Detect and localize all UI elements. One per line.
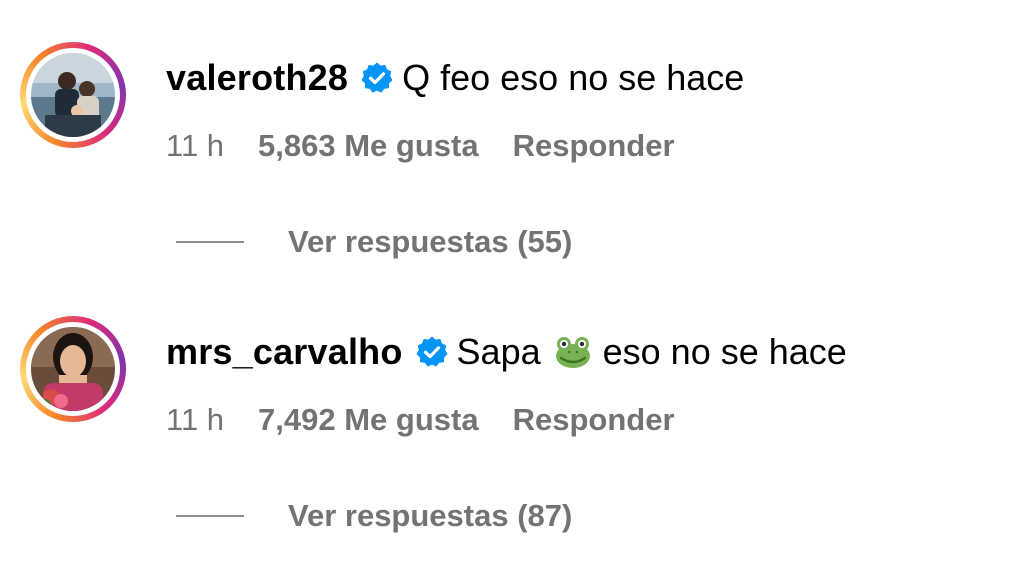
view-replies-label: Ver respuestas (87) <box>288 498 573 533</box>
view-replies-button[interactable]: Ver respuestas (87) <box>176 494 572 538</box>
reply-button[interactable]: Responder <box>513 402 675 438</box>
username[interactable]: mrs_carvalho <box>166 331 403 373</box>
avatar[interactable] <box>31 53 115 137</box>
avatar[interactable] <box>31 327 115 411</box>
avatar-story-ring[interactable] <box>20 42 126 148</box>
timestamp: 11 h <box>166 402 225 437</box>
replies-divider <box>176 515 244 517</box>
comment-text-before-emoji: Sapa <box>456 331 541 372</box>
timestamp: 11 h <box>166 128 225 163</box>
reply-button[interactable]: Responder <box>513 128 675 164</box>
verified-badge-icon <box>360 61 394 95</box>
view-replies-label: Ver respuestas (55) <box>288 224 573 259</box>
view-replies-button[interactable]: Ver respuestas (55) <box>176 220 572 264</box>
avatar-story-ring[interactable] <box>20 316 126 422</box>
comment-meta: 11 h 5,863 Me gusta Responder <box>166 125 675 167</box>
likes-count[interactable]: 7,492 Me gusta <box>258 402 479 438</box>
comment-line: mrs_carvalho Sapa eso no se hace <box>166 329 847 375</box>
replies-divider <box>176 241 244 243</box>
verified-badge-icon <box>415 335 449 369</box>
comment-line: valeroth28 Q feo eso no se hace <box>166 55 744 101</box>
comment-meta: 11 h 7,492 Me gusta Responder <box>166 399 675 441</box>
frog-emoji-icon <box>553 332 593 372</box>
username[interactable]: valeroth28 <box>166 57 348 99</box>
comment-text-after-emoji: eso no se hace <box>602 331 847 372</box>
likes-count[interactable]: 5,863 Me gusta <box>258 128 479 164</box>
comment-text: Q feo eso no se hace <box>402 57 745 98</box>
